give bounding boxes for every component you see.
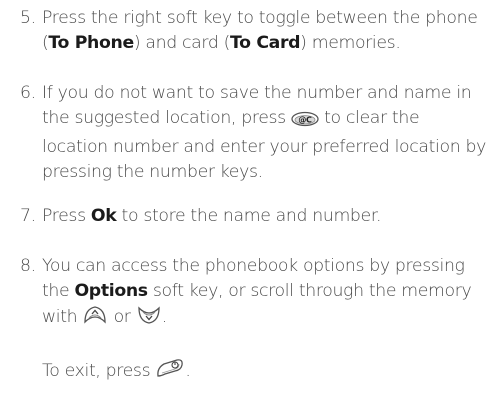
scroll-down-key-icon	[136, 304, 162, 334]
step-5: 5. Press the right soft key to toggle be…	[20, 6, 490, 56]
step-number: 8.	[20, 256, 36, 276]
step-text: If you do not want to save the number an…	[42, 81, 490, 185]
step-text: Press Ok to store the name and number.	[42, 204, 490, 229]
step-number: 7.	[20, 206, 36, 226]
clear-key-icon: @C	[291, 110, 319, 135]
step-text-part: or	[113, 307, 131, 327]
exit-text-end: .	[185, 361, 191, 381]
step-text-part: ) and card (	[133, 33, 230, 53]
step-number: 6.	[20, 83, 36, 103]
ok-label: Ok	[90, 206, 117, 226]
end-key-icon	[155, 358, 185, 388]
step-8: 8. You can access the phonebook options …	[20, 254, 490, 334]
step-6: 6. If you do not want to save the number…	[20, 81, 490, 185]
to-card-label: To Card	[230, 33, 301, 53]
step-text-part: Press	[42, 206, 86, 226]
manual-page: 5. Press the right soft key to toggle be…	[0, 0, 501, 406]
step-text: You can access the phonebook options by …	[42, 254, 490, 334]
step-text: Press the right soft key to toggle betwe…	[42, 6, 490, 56]
options-label: Options	[74, 281, 148, 301]
step-text-part: to store the name and number.	[121, 206, 382, 226]
exit-instruction: To exit, press .	[42, 358, 191, 388]
step-number: 5.	[20, 8, 36, 28]
to-phone-label: To Phone	[48, 33, 134, 53]
scroll-up-key-icon	[82, 304, 108, 334]
exit-text: To exit, press	[42, 361, 151, 381]
step-7: 7. Press Ok to store the name and number…	[20, 204, 490, 229]
step-text-part: .	[161, 307, 168, 327]
svg-text:@C: @C	[298, 116, 312, 125]
step-text-part: ) memories.	[300, 33, 401, 53]
